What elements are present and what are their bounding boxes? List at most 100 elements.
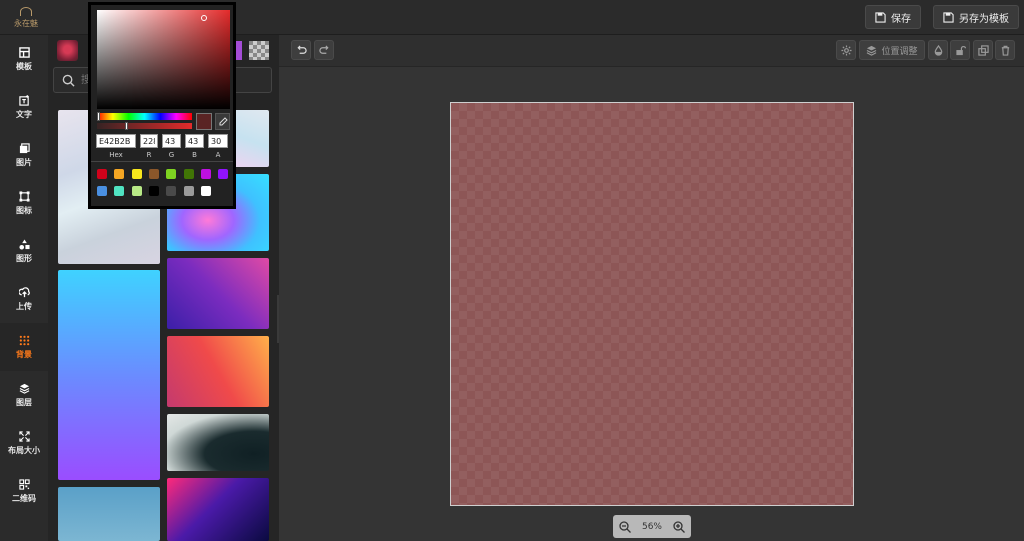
save-as-template-label: 另存为模板 [959, 13, 1009, 25]
preset-color-swatch[interactable] [97, 186, 107, 196]
nav-item-layout-size[interactable]: 布局大小 [0, 419, 48, 467]
preset-color-swatch[interactable] [131, 186, 142, 196]
nav-item-layers[interactable]: 图层 [0, 371, 48, 419]
preset-color-swatch[interactable] [200, 186, 211, 196]
saturation-handle[interactable] [201, 15, 207, 21]
save-as-template-button[interactable]: 另存为模板 [933, 5, 1019, 29]
green-label: G [168, 151, 175, 159]
unlock-icon [955, 45, 966, 55]
trash-icon [1001, 45, 1009, 56]
nav-item-qrcode[interactable]: 二维码 [0, 467, 48, 515]
alpha-slider[interactable] [97, 123, 192, 129]
saturation-value-area[interactable] [97, 10, 230, 109]
preset-color-swatch[interactable] [183, 169, 194, 179]
green-input[interactable] [162, 134, 181, 148]
gear-icon [840, 44, 852, 56]
color-swatch-purple[interactable] [236, 41, 242, 60]
alpha-label: A [215, 151, 221, 159]
color-preview [196, 113, 212, 130]
nav-item-text[interactable]: 文字 [0, 83, 48, 131]
background-thumbnail[interactable] [167, 478, 269, 541]
nav-label: 文字 [16, 109, 32, 119]
undo-button[interactable] [291, 40, 311, 60]
nav-item-template[interactable]: 模板 [0, 35, 48, 83]
resize-icon [18, 430, 30, 442]
preset-color-swatch[interactable] [218, 169, 229, 179]
qrcode-icon [18, 478, 30, 490]
eyedropper-icon [219, 116, 228, 125]
upload-icon [18, 286, 30, 297]
preset-color-swatch[interactable] [148, 186, 159, 196]
zoom-control: 56% [613, 515, 691, 538]
eyedropper-button[interactable] [215, 113, 230, 130]
canvas-toolbar: 位置调整 [279, 35, 1024, 67]
blue-label: B [192, 151, 197, 159]
transparent-swatch[interactable] [249, 41, 269, 60]
nav-item-icon[interactable]: 图标 [0, 179, 48, 227]
preset-color-swatch[interactable] [114, 186, 125, 196]
red-input[interactable] [140, 134, 158, 148]
background-thumbnail[interactable] [167, 336, 269, 407]
preset-color-swatch[interactable] [166, 186, 177, 196]
lock-button[interactable] [950, 40, 970, 60]
delete-button[interactable] [995, 40, 1015, 60]
redo-button[interactable] [314, 40, 334, 60]
image-icon [19, 142, 30, 153]
background-thumbnail[interactable] [167, 414, 269, 471]
opacity-button[interactable] [928, 40, 948, 60]
nav-item-shapes[interactable]: 图形 [0, 227, 48, 275]
nav-label: 图形 [16, 253, 32, 263]
save-icon [875, 11, 886, 23]
blue-input[interactable] [185, 134, 204, 148]
zoom-in-icon[interactable] [673, 520, 685, 533]
app-logo[interactable]: 永在魅 [10, 2, 42, 33]
preset-color-swatch[interactable] [148, 169, 159, 179]
background-thumbnail[interactable] [58, 270, 160, 480]
nav-item-image[interactable]: 图片 [0, 131, 48, 179]
hex-label: Hex [109, 151, 123, 159]
preset-color-swatch[interactable] [183, 186, 194, 196]
preset-color-swatch[interactable] [97, 169, 107, 179]
save-button[interactable]: 保存 [865, 5, 921, 29]
template-icon [18, 46, 30, 58]
hue-slider[interactable] [97, 113, 192, 120]
hue-slider-handle[interactable] [97, 112, 100, 121]
redo-icon [318, 44, 329, 54]
background-thumbnail[interactable] [167, 258, 269, 329]
nav-label: 上传 [16, 301, 32, 311]
preset-color-swatch[interactable] [114, 169, 125, 179]
save-icon [943, 11, 954, 23]
alpha-slider-handle[interactable] [125, 122, 128, 130]
nav-item-upload[interactable]: 上传 [0, 275, 48, 323]
nav-label: 图标 [16, 205, 32, 215]
layers-icon [867, 45, 877, 56]
settings-button[interactable] [836, 40, 856, 60]
hex-input[interactable] [96, 134, 136, 148]
picker-divider [91, 161, 233, 162]
design-artboard[interactable] [450, 102, 854, 506]
nav-item-background[interactable]: 背景 [0, 323, 48, 371]
logo-mark [20, 6, 32, 16]
nav-label: 背景 [16, 349, 32, 359]
position-adjust-button[interactable]: 位置调整 [859, 40, 925, 60]
nav-label: 图层 [16, 397, 32, 407]
preset-color-swatch[interactable] [200, 169, 211, 179]
background-thumbnail[interactable] [58, 487, 160, 541]
search-icon[interactable] [62, 74, 75, 87]
zoom-out-icon[interactable] [619, 520, 631, 533]
logo-text: 永在魅 [14, 18, 38, 28]
duplicate-button[interactable] [973, 40, 993, 60]
copy-icon [977, 44, 989, 56]
icon-icon [18, 190, 30, 202]
background-icon [19, 335, 29, 345]
preset-color-swatch[interactable] [166, 169, 177, 179]
nav-label: 图片 [16, 157, 32, 167]
current-background-swatch[interactable] [57, 40, 78, 61]
save-label: 保存 [891, 13, 911, 25]
alpha-input[interactable] [208, 134, 228, 148]
position-adjust-label: 位置调整 [881, 46, 918, 57]
preset-color-swatch[interactable] [131, 169, 142, 179]
color-picker-popup: Hex R G B A [88, 2, 236, 209]
nav-label: 二维码 [12, 493, 36, 503]
undo-icon [296, 44, 307, 54]
